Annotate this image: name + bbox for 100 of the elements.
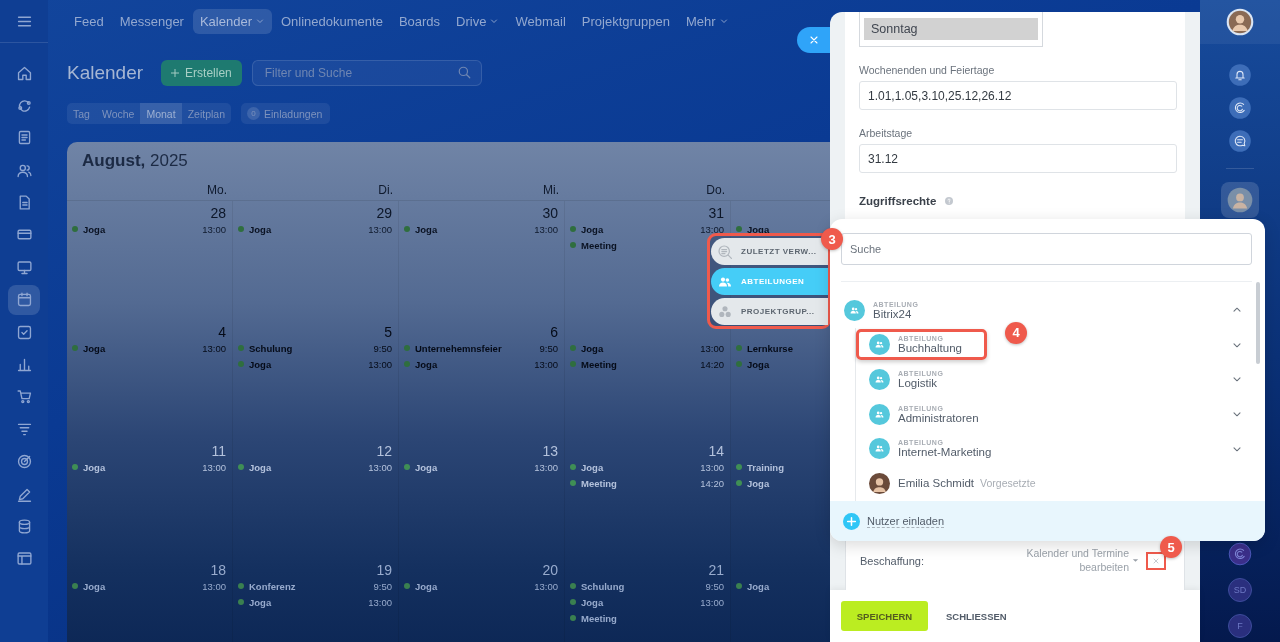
event-title[interactable]: Joga	[581, 596, 604, 608]
text-field[interactable]: 1.01,1.05,3.10,25.12,26.12	[859, 81, 1177, 110]
department-name[interactable]: Logistik	[898, 377, 944, 389]
event-dot	[404, 583, 410, 589]
view-tab[interactable]: Zeitplan	[181, 103, 231, 124]
event-title[interactable]: Joga	[747, 477, 770, 489]
scrollbar[interactable]	[1256, 282, 1260, 364]
nav-tab[interactable]: Messenger	[112, 8, 191, 34]
department-icon	[869, 334, 890, 356]
event-title[interactable]: Joga	[249, 596, 272, 608]
page-title: Kalender	[67, 62, 144, 84]
create-button[interactable]: Erstellen	[161, 60, 242, 86]
nav-tab[interactable]: Mehr	[678, 8, 736, 34]
event-title[interactable]: Joga	[249, 223, 272, 235]
section-title: Zugriffsrechte	[859, 195, 937, 207]
save-button[interactable]: SPEICHERN	[841, 601, 928, 631]
circles-icon	[717, 303, 733, 320]
avatar-icon[interactable]	[1226, 8, 1254, 36]
event-title[interactable]: Meeting	[581, 358, 617, 370]
plus-icon	[169, 67, 182, 79]
nav-tab[interactable]: Projektgruppen	[574, 8, 677, 34]
nav-tab[interactable]: Webmail	[508, 8, 573, 34]
event-title[interactable]: Schulung	[249, 342, 293, 354]
event-title[interactable]: Meeting	[581, 239, 617, 251]
user-name[interactable]: Emilia Schmidt	[898, 477, 975, 490]
event-title[interactable]: Training	[747, 461, 784, 473]
event-title[interactable]: Meeting	[581, 612, 617, 624]
department-name[interactable]: Internet-Marketing	[898, 446, 992, 459]
event-title[interactable]: Konferenz	[249, 580, 296, 592]
bell-icon[interactable]	[1228, 63, 1252, 87]
view-tab[interactable]: Tag	[67, 103, 96, 124]
event-title[interactable]: Meeting	[581, 477, 617, 489]
text-field[interactable]: 31.12	[859, 144, 1177, 173]
event-time: 14:20	[700, 358, 724, 370]
permission-dropdown[interactable]: Kalender und Termine bearbeiten	[1009, 546, 1140, 574]
chat-icon[interactable]	[1228, 129, 1252, 153]
event-dot	[238, 599, 244, 605]
initials-avatar[interactable]: SD	[1228, 578, 1252, 602]
remove-button[interactable]	[1146, 552, 1166, 570]
department-name[interactable]: Administratoren	[898, 411, 979, 424]
nav-tab[interactable]: Onlinedokumente	[274, 8, 390, 34]
spiral-icon[interactable]	[1228, 542, 1252, 566]
event-title[interactable]: Joga	[581, 342, 604, 354]
target-icon	[15, 453, 33, 471]
day-number: 30	[541, 205, 558, 221]
event-title[interactable]: Joga	[415, 223, 438, 235]
user-avatar	[869, 472, 890, 494]
event-title[interactable]: Joga	[83, 223, 106, 235]
search-field[interactable]: Suche	[841, 233, 1252, 265]
weekday-label: Di.	[377, 182, 394, 199]
event-dot	[736, 345, 742, 351]
event-dot	[404, 464, 410, 470]
event-time: 9:50	[705, 580, 724, 592]
close-text-button[interactable]: SCHLIESSEN	[940, 609, 1013, 623]
nav-tab[interactable]: Feed	[67, 8, 111, 34]
user-tile[interactable]	[1221, 182, 1259, 218]
window-icon	[15, 550, 33, 568]
event-dot	[404, 226, 410, 232]
close-icon	[1152, 557, 1160, 565]
department-name[interactable]: Bitrix24	[873, 307, 919, 320]
event-title[interactable]: Joga	[747, 358, 770, 370]
event-dot	[570, 361, 576, 367]
event-title[interactable]: Joga	[83, 342, 106, 354]
view-tab[interactable]: Woche	[95, 103, 141, 124]
event-dot	[238, 583, 244, 589]
search-icon	[456, 65, 472, 80]
user-role: Vorgesetzte	[980, 477, 1036, 490]
close-button[interactable]	[797, 27, 830, 53]
event-title[interactable]: Joga	[249, 461, 272, 473]
event-title[interactable]: Unternehemnsfeier	[415, 342, 502, 354]
event-title[interactable]: Joga	[581, 461, 604, 473]
event-dot	[736, 583, 742, 589]
initials-avatar[interactable]: F	[1228, 614, 1252, 638]
nav-tab[interactable]: Drive	[449, 8, 507, 34]
selector-tab[interactable]: ZULETZT VERW...	[711, 238, 828, 265]
event-title[interactable]: Joga	[249, 358, 272, 370]
event-title[interactable]: Joga	[747, 580, 770, 592]
event-dot	[404, 361, 410, 367]
invite-link[interactable]: Nutzer einladen	[867, 514, 945, 528]
event-title[interactable]: Lernkurse	[747, 342, 793, 354]
event-title[interactable]: Joga	[83, 461, 106, 473]
nav-tab[interactable]: Boards	[391, 8, 448, 34]
view-tab[interactable]: Monat	[140, 103, 182, 124]
nav-tab[interactable]: Kalender	[192, 8, 272, 34]
month-title: August, 2025	[82, 151, 188, 170]
selector-tab[interactable]: PROJEKTGRUP...	[711, 298, 828, 325]
list-option[interactable]: Sonntag	[864, 18, 1038, 40]
step-badge: 4	[1005, 321, 1027, 344]
event-title[interactable]: Joga	[415, 358, 438, 370]
event-title[interactable]: Schulung	[581, 580, 625, 592]
sidebar-item[interactable]	[8, 284, 40, 315]
day-number: 13	[541, 443, 558, 459]
event-title[interactable]: Joga	[581, 223, 604, 235]
department-name[interactable]: Buchhaltung	[898, 342, 962, 355]
event-title[interactable]: Joga	[415, 461, 438, 473]
spiral-icon[interactable]	[1228, 96, 1252, 120]
event-title[interactable]: Joga	[83, 580, 106, 592]
event-title[interactable]: Joga	[415, 580, 438, 592]
home-icon	[15, 64, 33, 82]
close-icon	[808, 34, 820, 46]
